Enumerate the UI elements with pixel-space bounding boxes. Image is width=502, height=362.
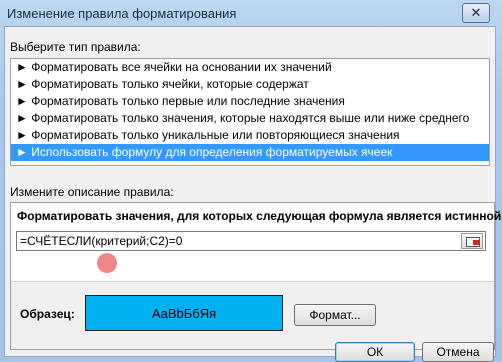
- rule-type-item-unique-duplicate[interactable]: ► Форматировать только уникальные или по…: [11, 127, 489, 144]
- collapse-dialog-button[interactable]: [461, 233, 483, 249]
- rule-type-item-above-below-average[interactable]: ► Форматировать только значения, которые…: [11, 110, 489, 127]
- ok-button[interactable]: ОК: [335, 342, 415, 362]
- rule-type-item-use-formula[interactable]: ► Использовать формулу для определения ф…: [11, 144, 489, 161]
- cancel-button[interactable]: Отмена: [422, 342, 494, 362]
- rule-type-item-all-cells[interactable]: ► Форматировать все ячейки на основании …: [11, 59, 489, 76]
- rule-type-item-cells-containing[interactable]: ► Форматировать только ячейки, которые с…: [11, 76, 489, 93]
- title-bar[interactable]: Изменение правила форматирования ✕: [0, 0, 502, 26]
- preview-sample-text: АаВbБбЯя: [151, 305, 217, 321]
- formula-section: Форматировать значения, для которых след…: [11, 203, 502, 282]
- dialog-body: Выберите тип правила: ► Форматировать вс…: [4, 26, 502, 362]
- format-preview: АаВbБбЯя: [85, 295, 283, 331]
- preview-label: Образец:: [20, 307, 75, 321]
- rule-type-item-top-bottom[interactable]: ► Форматировать только первые или послед…: [11, 93, 489, 110]
- rule-description-label: Измените описание правила:: [10, 185, 174, 199]
- window-title: Изменение правила форматирования: [7, 6, 237, 21]
- rule-type-label: Выберите тип правила:: [10, 40, 141, 54]
- close-button[interactable]: ✕: [462, 3, 490, 23]
- formula-heading: Форматировать значения, для которых след…: [17, 209, 502, 223]
- rule-type-list[interactable]: ► Форматировать все ячейки на основании …: [10, 58, 490, 166]
- formula-input[interactable]: =СЧЁТЕСЛИ(критерий;C2)=0: [16, 231, 486, 251]
- formula-text: =СЧЁТЕСЛИ(критерий;C2)=0: [20, 234, 183, 248]
- rule-description-panel: Форматировать значения, для которых след…: [10, 202, 502, 350]
- dialog-window: Изменение правила форматирования ✕ Выбер…: [0, 0, 502, 362]
- close-icon: ✕: [470, 5, 482, 20]
- click-indicator: [97, 253, 117, 273]
- format-button[interactable]: Формат...: [294, 304, 376, 326]
